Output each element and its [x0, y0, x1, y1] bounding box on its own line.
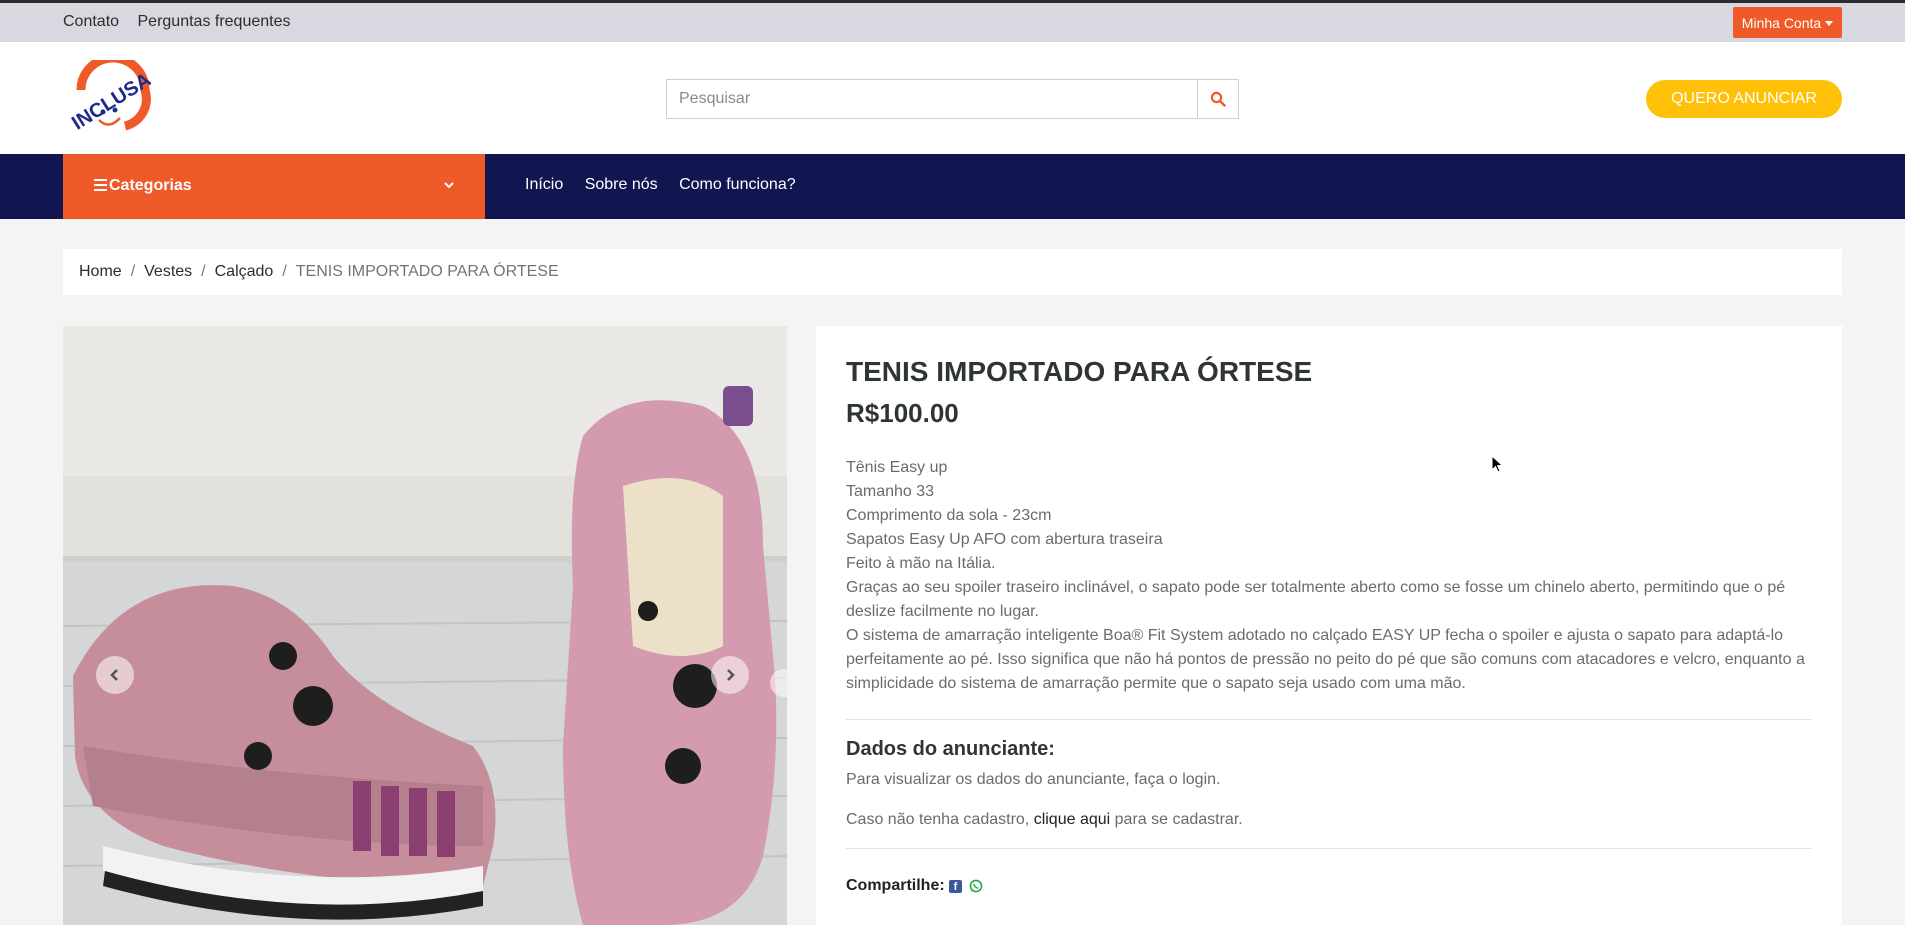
breadcrumb: Home / Vestes / Calçado / TENIS IMPORTADO PARA… — [63, 249, 1842, 295]
product-title: TENIS IMPORTADO PARA ÓRTESE — [846, 356, 1313, 387]
description-line: Tênis Easy up — [846, 459, 948, 476]
nav-links: Início Sobre nós Como funciona? — [525, 176, 813, 194]
categories-label: Categorias — [109, 177, 192, 194]
seller-login-text: Para visualizar os dados do anunciante, … — [846, 771, 1221, 788]
product-price: R$100.00 — [846, 398, 959, 428]
my-account-label: Minha Conta — [1741, 14, 1822, 31]
divider — [846, 719, 1812, 720]
description-line: Sapatos Easy Up AFO com abertura traseir… — [846, 531, 1163, 548]
divider — [846, 848, 1812, 849]
seller-heading: Dados do anunciante: — [846, 738, 1055, 760]
my-account-dropdown[interactable]: Minha Conta — [1733, 7, 1842, 38]
description-line: Graças ao seu spoiler traseiro inclináve… — [846, 579, 1786, 620]
facebook-icon[interactable]: f — [949, 880, 962, 893]
main-navbar: Categorias Início Sobre nós Como funcion… — [0, 154, 1905, 219]
whatsapp-icon[interactable] — [969, 879, 983, 893]
breadcrumb-separator: / — [201, 263, 206, 280]
breadcrumb-separator: / — [282, 263, 287, 280]
product-photo — [63, 326, 787, 925]
top-bar: Contato Perguntas frequentes Minha Conta — [0, 0, 1905, 42]
site-header: INCLUSA QUERO ANUNCIAR — [0, 42, 1905, 154]
register-link[interactable]: clique aqui — [1034, 811, 1111, 828]
nav-how-it-works[interactable]: Como funciona? — [679, 176, 796, 193]
register-text: Caso não tenha cadastro, clique aqui par… — [846, 811, 1243, 829]
advertise-button[interactable]: QUERO ANUNCIAR — [1646, 80, 1842, 118]
breadcrumb-current: TENIS IMPORTADO PARA ÓRTESE — [295, 263, 559, 280]
description-line: Feito à mão na Itália. — [846, 555, 996, 572]
breadcrumb-calcado[interactable]: Calçado — [215, 263, 274, 280]
nav-home[interactable]: Início — [525, 176, 563, 193]
nav-about[interactable]: Sobre nós — [585, 176, 658, 193]
contact-link[interactable]: Contato — [63, 13, 119, 30]
product-description: Tênis Easy up Tamanho 33 Comprimento da … — [846, 456, 1816, 696]
search-box — [666, 79, 1239, 119]
description-line: Tamanho 33 — [846, 483, 935, 500]
faq-link[interactable]: Perguntas frequentes — [138, 13, 291, 30]
search-input[interactable] — [667, 80, 1198, 118]
register-prefix: Caso não tenha cadastro, — [846, 811, 1030, 828]
description-line: Comprimento da sola - 23cm — [846, 507, 1052, 524]
description-line: O sistema de amarração inteligente Boa® … — [846, 627, 1805, 692]
carousel-next-button[interactable] — [711, 656, 749, 694]
breadcrumb-separator: / — [130, 263, 136, 280]
product-image-carousel — [63, 326, 787, 925]
caret-down-icon — [1825, 20, 1834, 26]
breadcrumb-home[interactable]: Home — [79, 263, 122, 280]
register-suffix: para se cadastrar. — [1114, 811, 1243, 828]
categories-dropdown[interactable]: Categorias — [63, 154, 485, 219]
mouse-cursor-icon — [1491, 455, 1504, 473]
top-links: Contato Perguntas frequentes — [63, 13, 305, 31]
search-button[interactable] — [1197, 80, 1238, 118]
carousel-prev-button[interactable] — [96, 656, 134, 694]
menu-icon — [94, 179, 107, 191]
inclusa-logo[interactable]: INCLUSA — [63, 60, 151, 138]
chevron-down-icon — [444, 182, 454, 189]
product-details-panel: TENIS IMPORTADO PARA ÓRTESE R$100.00 Tên… — [816, 326, 1842, 925]
chevron-left-icon — [110, 669, 118, 681]
chevron-right-icon — [727, 669, 735, 681]
share-label: Compartilhe: — [846, 877, 945, 894]
search-icon — [1210, 91, 1226, 107]
breadcrumb-vestes[interactable]: Vestes — [144, 263, 192, 280]
